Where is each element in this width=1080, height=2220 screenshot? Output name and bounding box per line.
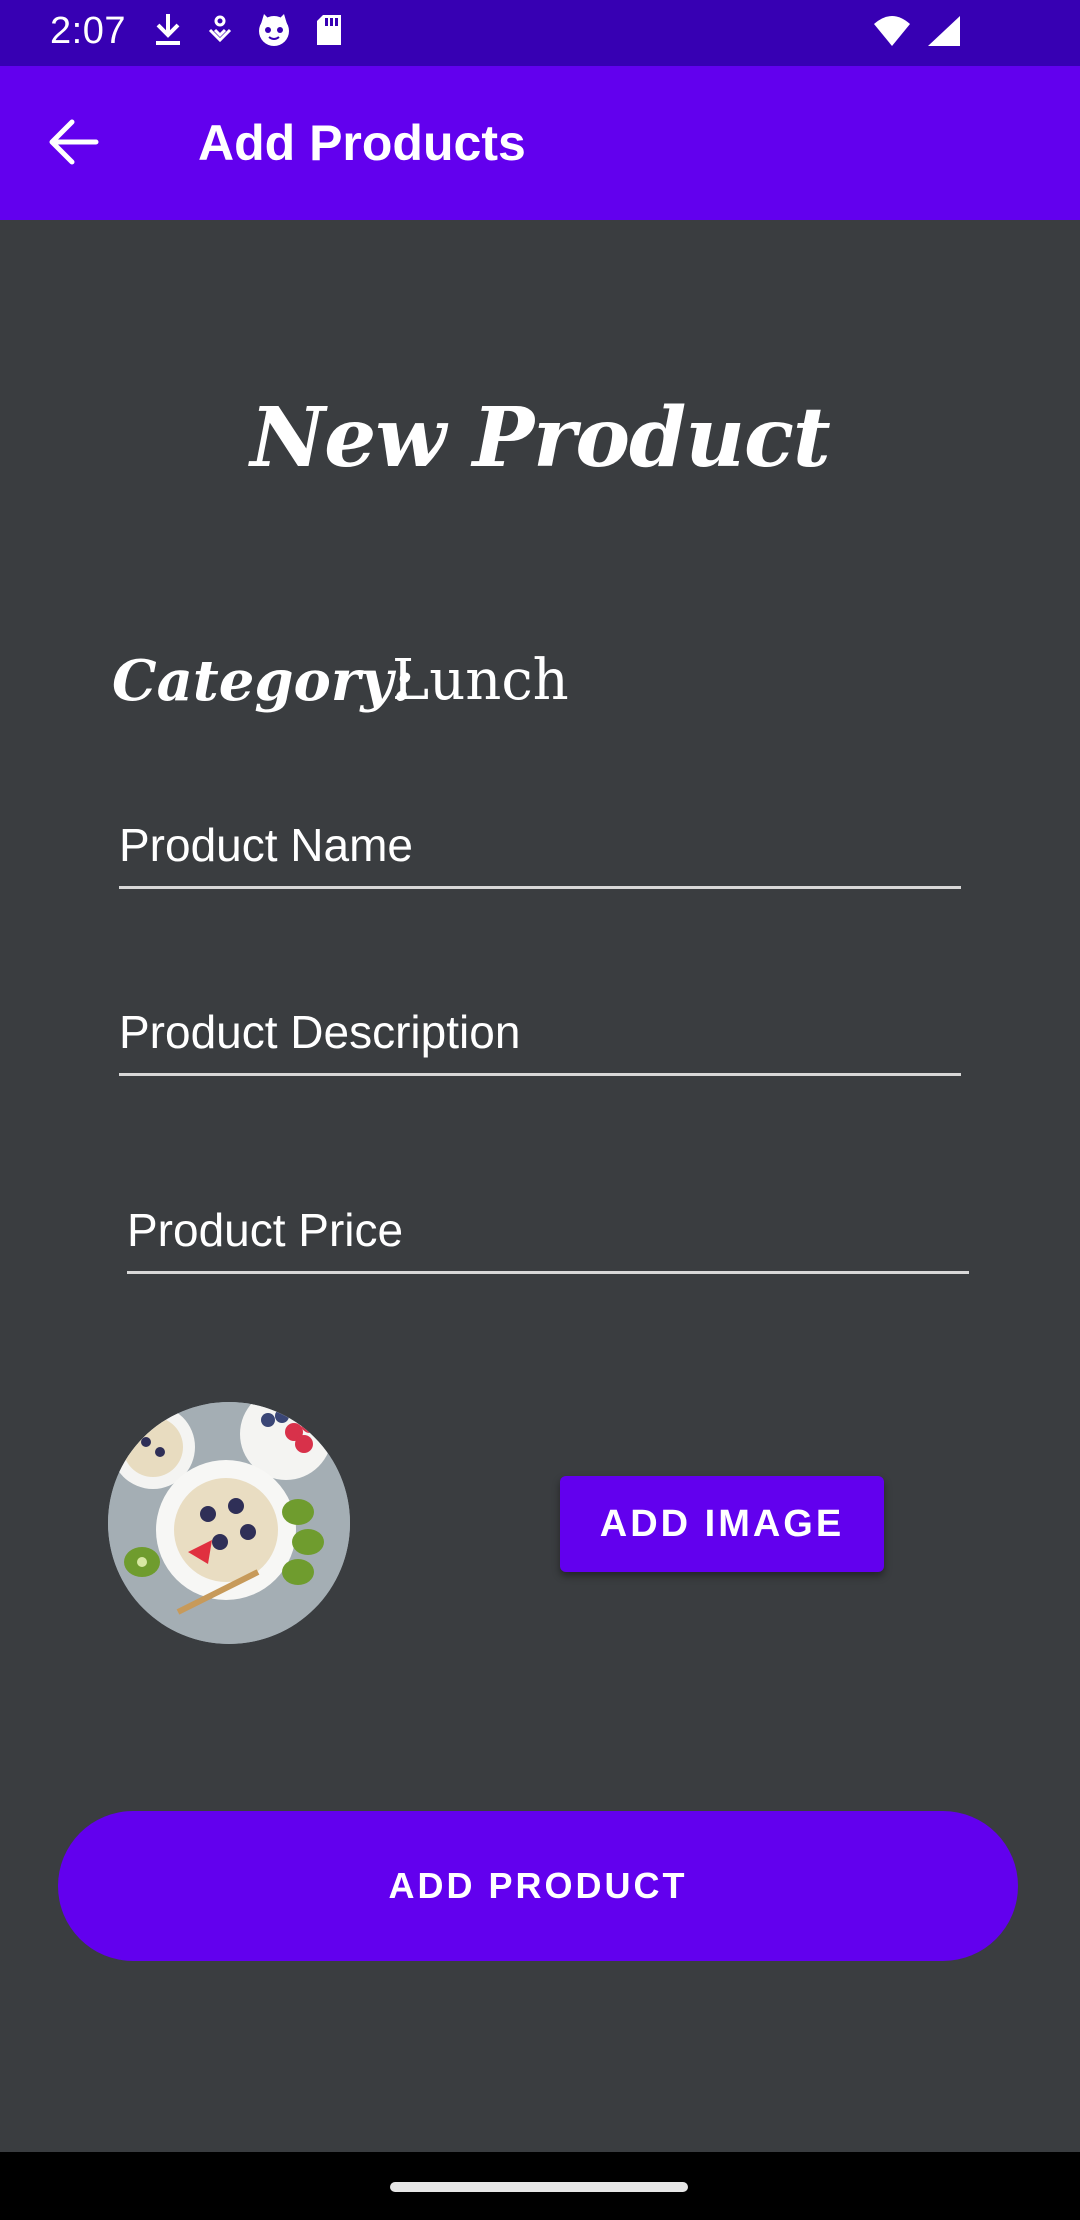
food-bowl-picture <box>108 1402 350 1644</box>
download-icon <box>156 14 180 45</box>
status-bar: 2:07 <box>0 0 1080 66</box>
product-name-placeholder: Product Name <box>119 819 414 871</box>
add-image-button[interactable]: ADD IMAGE <box>560 1476 884 1572</box>
sd-card-icon <box>317 15 341 45</box>
arrow-back-icon[interactable] <box>44 116 104 168</box>
home-gesture-pill[interactable] <box>390 2182 688 2192</box>
product-price-field[interactable]: Product Price <box>127 1195 969 1274</box>
app-title: Add Products <box>198 115 526 171</box>
system-nav-bar <box>0 2152 1080 2220</box>
product-name-field[interactable]: Product Name <box>119 810 961 889</box>
category-value: Lunch <box>392 648 569 713</box>
add-product-button[interactable]: ADD PRODUCT <box>58 1811 1018 1961</box>
product-price-placeholder: Product Price <box>127 1204 404 1256</box>
cat-face-icon <box>259 14 289 46</box>
wifi-icon <box>874 16 910 46</box>
app-bar: Add Products <box>0 66 1080 220</box>
signal-icon <box>928 16 960 46</box>
page-heading: New Product <box>250 390 831 486</box>
navigation-icon <box>208 15 232 43</box>
status-time: 2:07 <box>50 10 126 52</box>
product-image-thumbnail[interactable] <box>108 1402 350 1644</box>
category-label: Category: <box>112 648 414 714</box>
product-description-field[interactable]: Product Description <box>119 997 961 1076</box>
product-description-placeholder: Product Description <box>119 1006 521 1058</box>
